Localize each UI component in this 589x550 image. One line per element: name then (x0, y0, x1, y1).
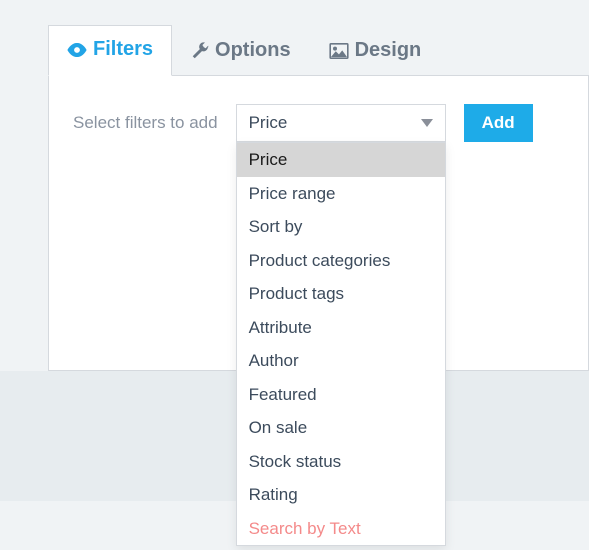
filter-option[interactable]: On sale (237, 411, 445, 445)
eye-icon (67, 43, 87, 57)
image-icon (329, 43, 349, 59)
tab-label: Design (355, 39, 422, 62)
add-button[interactable]: Add (464, 104, 533, 142)
filter-option[interactable]: Product tags (237, 277, 445, 311)
filter-select-wrap: Price Price Price range Sort by Product … (236, 104, 446, 142)
wrench-icon (191, 42, 209, 60)
filter-option[interactable]: Search by Text (237, 512, 445, 546)
filter-option[interactable]: Featured (237, 378, 445, 412)
filter-select[interactable]: Price (236, 104, 446, 142)
tab-design[interactable]: Design (310, 26, 441, 76)
filter-option[interactable]: Stock status (237, 445, 445, 479)
select-filters-label: Select filters to add (73, 113, 218, 133)
select-filters-row: Select filters to add Price Price Price … (73, 104, 564, 142)
filter-option[interactable]: Attribute (237, 311, 445, 345)
filters-panel: Select filters to add Price Price Price … (48, 76, 589, 371)
filter-dropdown: Price Price range Sort by Product catego… (236, 142, 446, 546)
filter-option[interactable]: Sort by (237, 210, 445, 244)
chevron-down-icon (421, 119, 433, 127)
tab-label: Filters (93, 38, 153, 61)
filter-option[interactable]: Rating (237, 478, 445, 512)
page-root: Filters Options Design Select filters to… (0, 0, 589, 501)
filter-option[interactable]: Price (237, 143, 445, 177)
filter-select-value: Price (249, 113, 288, 133)
filter-option[interactable]: Product categories (237, 244, 445, 278)
filter-option[interactable]: Price range (237, 177, 445, 211)
tab-label: Options (215, 39, 291, 62)
filter-option[interactable]: Author (237, 344, 445, 378)
tabs-bar: Filters Options Design (48, 24, 589, 76)
tab-options[interactable]: Options (172, 26, 310, 76)
tab-filters[interactable]: Filters (48, 25, 172, 76)
